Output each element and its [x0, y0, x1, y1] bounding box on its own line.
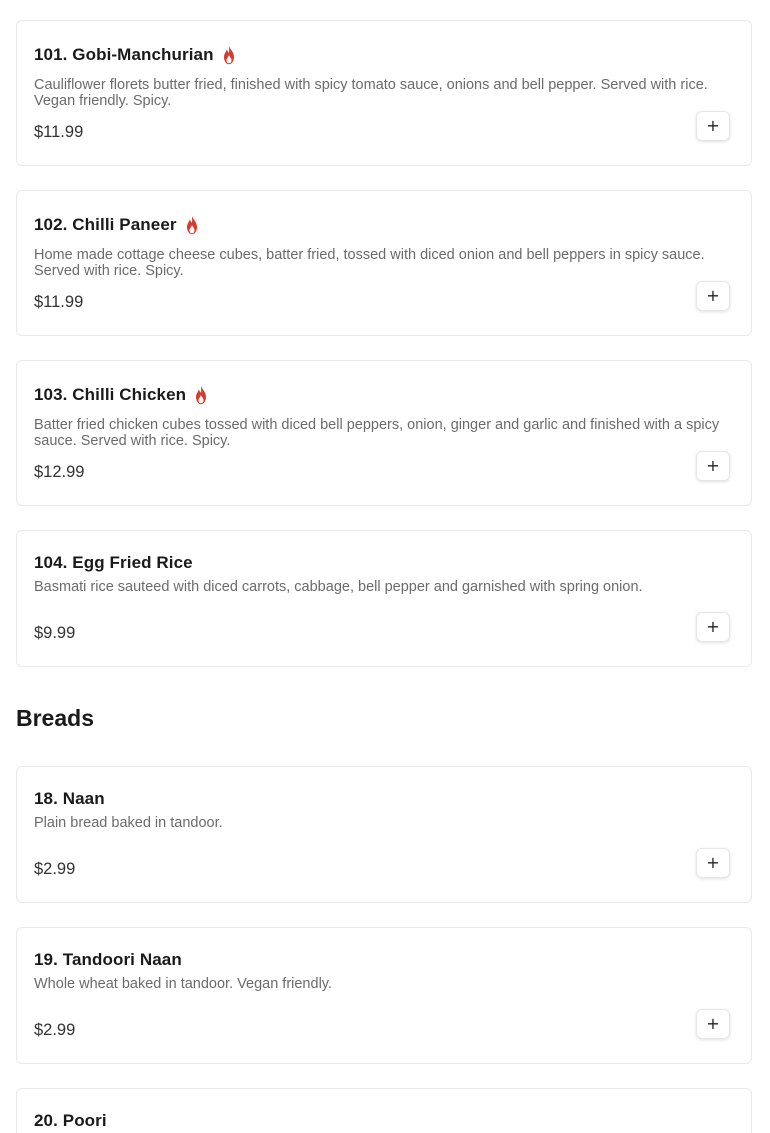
item-description: Basmati rice sauteed with diced carrots,…	[34, 579, 643, 595]
menu-item-card[interactable]: 102. Chilli Paneer Home made cottage che…	[16, 190, 752, 336]
item-price: $2.99	[34, 1021, 76, 1039]
item-description: Batter fried chicken cubes tossed with d…	[34, 417, 720, 449]
item-price: $2.99	[34, 860, 76, 878]
add-to-cart-button[interactable]: +	[696, 612, 730, 642]
plus-icon: +	[706, 286, 720, 305]
plus-icon: +	[706, 116, 720, 135]
item-price: $11.99	[34, 123, 84, 141]
plus-icon: +	[706, 853, 720, 872]
item-description: Home made cottage cheese cubes, batter f…	[34, 247, 705, 279]
spicy-flame-icon	[186, 215, 197, 235]
menu-item-card[interactable]: 19. Tandoori Naan Whole wheat baked in t…	[16, 927, 752, 1064]
item-title: 104. Egg Fried Rice	[34, 553, 193, 572]
item-title: 103. Chilli Chicken	[34, 385, 187, 404]
item-price: $9.99	[34, 624, 76, 642]
section-title-breads: Breads	[16, 705, 94, 731]
add-to-cart-button[interactable]: +	[696, 451, 730, 481]
plus-icon: +	[706, 456, 720, 475]
plus-icon: +	[706, 1014, 720, 1033]
item-description: Whole wheat baked in tandoor. Vegan frie…	[34, 976, 332, 992]
add-to-cart-button[interactable]: +	[696, 281, 730, 311]
menu-item-card[interactable]: 20. Poori	[16, 1088, 752, 1133]
add-to-cart-button[interactable]: +	[696, 111, 730, 141]
item-title: 18. Naan	[34, 789, 105, 808]
add-to-cart-button[interactable]: +	[696, 848, 730, 878]
item-price: $11.99	[34, 293, 84, 311]
item-description: Cauliflower florets butter fried, finish…	[34, 77, 708, 109]
item-description: Plain bread baked in tandoor.	[34, 815, 223, 831]
menu-item-card[interactable]: 18. Naan Plain bread baked in tandoor. $…	[16, 766, 752, 903]
menu-item-card[interactable]: 101. Gobi-Manchurian Cauliflower florets…	[16, 20, 752, 166]
item-price: $12.99	[34, 463, 85, 481]
plus-icon: +	[706, 617, 720, 636]
spicy-flame-icon	[223, 45, 234, 65]
item-title: 101. Gobi-Manchurian	[34, 45, 214, 64]
item-title: 19. Tandoori Naan	[34, 950, 182, 969]
menu-item-card[interactable]: 103. Chilli Chicken Batter fried chicken…	[16, 360, 752, 506]
add-to-cart-button[interactable]: +	[696, 1009, 730, 1039]
menu-item-card[interactable]: 104. Egg Fried Rice Basmati rice sauteed…	[16, 530, 752, 667]
spicy-flame-icon	[196, 385, 207, 405]
item-title: 102. Chilli Paneer	[34, 215, 177, 234]
item-title: 20. Poori	[34, 1111, 107, 1130]
